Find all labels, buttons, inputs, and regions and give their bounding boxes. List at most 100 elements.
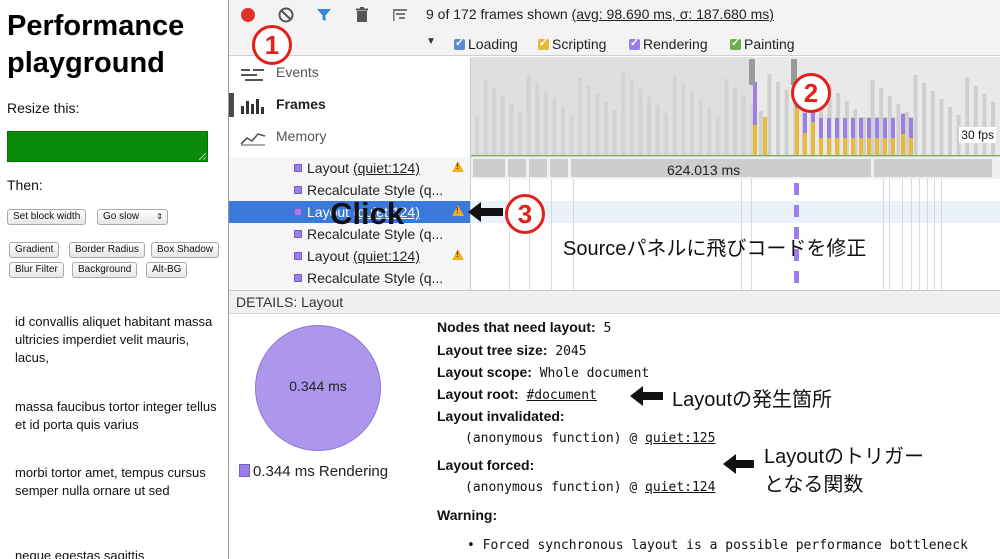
frame-divider-line <box>927 179 928 290</box>
tree-row-link[interactable]: (q... <box>419 270 443 286</box>
tree-row[interactable]: Layout (quiet:124) <box>229 245 470 267</box>
frame-bar <box>776 82 780 155</box>
resizable-green-box[interactable] <box>7 131 208 162</box>
frame-segment <box>529 159 547 177</box>
selection-handle-left <box>749 59 755 85</box>
frame-rendering-segment <box>803 113 807 133</box>
layout-record <box>794 205 799 217</box>
frame-scripting-segment <box>803 133 807 156</box>
alt-bg-button[interactable]: Alt-BG <box>146 262 188 278</box>
box-shadow-button[interactable]: Box Shadow <box>151 242 220 258</box>
timeline-toolbar: 9 of 172 frames shown (avg: 98.690 ms, σ… <box>229 0 1000 30</box>
filter-scripting-checkbox[interactable]: Scripting <box>538 36 606 52</box>
filter-loading-checkbox[interactable]: Loading <box>454 36 518 52</box>
nav-item-memory[interactable]: Memory <box>240 128 327 146</box>
frame-scripting-segment <box>875 138 879 156</box>
tree-row[interactable]: Layout (quiet:124) <box>229 157 470 179</box>
frames-overview-chart[interactable]: 30 fps <box>471 57 1000 157</box>
resize-grip-icon[interactable] <box>199 153 206 160</box>
active-nav-indicator <box>229 93 234 117</box>
frame-rendering-segment <box>909 118 913 138</box>
frames-bars-chart <box>471 57 1000 156</box>
annotation-marker-1: 1 <box>252 25 292 65</box>
frame-rendering-segment <box>859 118 863 138</box>
arrow-left-icon <box>630 386 663 406</box>
arrow-left-icon <box>723 454 754 474</box>
detail-invalidated: Layout invalidated: <box>437 408 565 424</box>
paragraph: massa faucibus tortor integer tellus et … <box>15 399 217 432</box>
filter-rendering-label: Rendering <box>643 36 708 52</box>
tree-row-link[interactable]: (q... <box>419 182 443 198</box>
border-radius-button[interactable]: Border Radius <box>69 242 145 258</box>
tree-row-name: Recalculate Style <box>307 270 416 286</box>
paragraph: neque egestas sagittis <box>15 548 145 559</box>
filter-painting-checkbox[interactable]: Painting <box>730 36 795 52</box>
blur-filter-button[interactable]: Blur Filter <box>9 262 64 278</box>
frame-scripting-segment <box>753 125 757 156</box>
frame-scripting-segment <box>859 138 863 156</box>
rendering-swatch-icon <box>294 186 302 194</box>
tree-row-link[interactable]: (quiet:124) <box>353 248 420 264</box>
details-title: DETAILS: Layout <box>236 294 344 310</box>
frame-divider-line <box>941 179 942 290</box>
frame-segment <box>508 159 526 177</box>
nav-memory-label: Memory <box>276 128 327 144</box>
detail-label: Layout forced: <box>437 457 535 473</box>
frame-scripting-segment <box>851 138 855 156</box>
frame-scripting-segment <box>827 138 831 156</box>
set-block-width-button[interactable]: Set block width <box>7 209 87 225</box>
frame-divider-line <box>902 179 903 290</box>
checkbox-icon <box>454 36 465 50</box>
frame-scripting-segment <box>909 138 913 156</box>
page-title: Performance playground <box>7 10 185 79</box>
devtools-timeline-panel: 9 of 172 frames shown (avg: 98.690 ms, σ… <box>229 0 1000 559</box>
tree-row-name: Layout <box>307 248 350 264</box>
tree-row[interactable]: Recalculate Style (q... <box>229 267 470 289</box>
clear-icon[interactable] <box>277 6 295 24</box>
frame-scripting-segment <box>843 138 847 156</box>
detail-label: Warning: <box>437 507 498 523</box>
detail-value: Whole document <box>539 366 650 381</box>
frame-segment <box>874 159 992 177</box>
legend-label: 0.344 ms Rendering <box>253 463 389 480</box>
filter-painting-label: Painting <box>744 36 795 52</box>
detail-label: Layout invalidated: <box>437 408 565 424</box>
warning-text: • Forced synchronous layout is a possibl… <box>467 538 968 553</box>
garbage-collect-icon[interactable] <box>353 6 371 24</box>
frame-bar <box>767 74 772 155</box>
filter-icon[interactable] <box>315 6 333 24</box>
detail-label: Layout scope: <box>437 364 532 380</box>
background-button[interactable]: Background <box>72 262 138 278</box>
go-slow-select[interactable]: Go slow ⇕ <box>97 209 168 225</box>
tree-row-link[interactable]: (quiet:124) <box>353 160 420 176</box>
frames-average-link[interactable]: (avg: 98.690 ms, σ: 187.680 ms) <box>572 6 774 22</box>
invalidated-source-link[interactable]: quiet:125 <box>645 431 715 446</box>
pie-total-label: 0.344 ms <box>289 378 347 394</box>
gradient-button[interactable]: Gradient <box>9 242 60 258</box>
forced-source-link[interactable]: quiet:124 <box>645 480 715 495</box>
frame-rendering-segment <box>883 118 887 138</box>
frame-rendering-segment <box>867 118 871 138</box>
layout-root-link[interactable]: #document <box>526 388 596 403</box>
nav-events-label: Events <box>276 64 319 80</box>
collapse-triangle-icon[interactable]: ▼ <box>426 36 436 47</box>
detail-label: Layout tree size: <box>437 342 548 358</box>
detail-label: Layout root: <box>437 386 519 402</box>
frame-rendering-segment <box>835 118 839 138</box>
timeline-flame-view[interactable]: 624.013 ms <box>471 157 1000 290</box>
tree-row-link[interactable]: (q... <box>419 226 443 242</box>
filter-rendering-checkbox[interactable]: Rendering <box>629 36 708 52</box>
annotation-marker-2: 2 <box>791 73 831 113</box>
frame-scripting-segment <box>901 134 905 156</box>
nav-item-frames[interactable]: Frames <box>241 96 326 114</box>
warning-icon <box>452 205 464 216</box>
frame-rendering-segment <box>827 118 831 138</box>
record-icon[interactable] <box>239 6 257 24</box>
flame-chart-icon[interactable] <box>391 6 409 24</box>
memory-graph-icon <box>240 133 266 146</box>
category-filters: ▼ Loading Scripting Rendering Painting <box>229 30 1000 56</box>
select-arrows-icon: ⇕ <box>156 212 163 221</box>
rendering-swatch-icon <box>294 274 302 282</box>
nav-item-events[interactable]: Events <box>241 64 319 81</box>
detail-label: Nodes that need layout: <box>437 319 596 335</box>
